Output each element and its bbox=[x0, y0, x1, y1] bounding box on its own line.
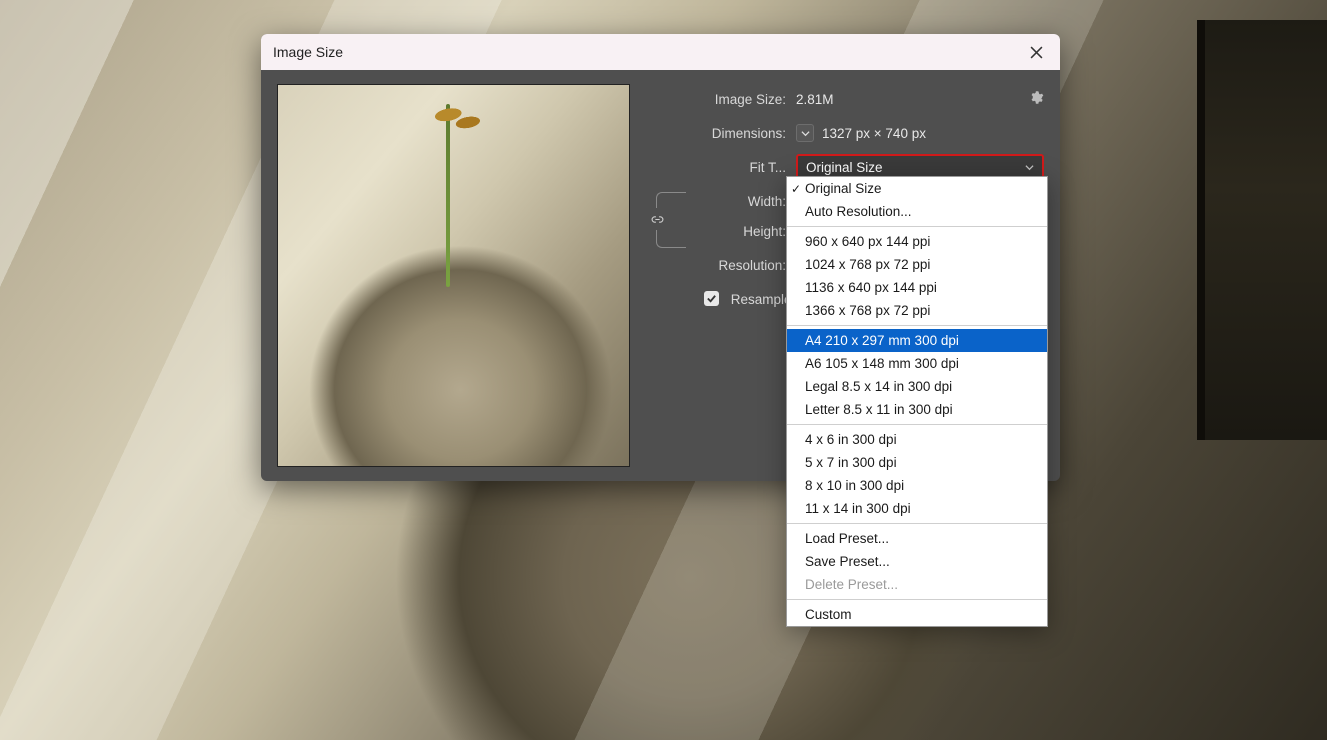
dropdown-item[interactable]: 1024 x 768 px 72 ppi bbox=[787, 253, 1047, 276]
dimensions-label: Dimensions: bbox=[648, 126, 796, 141]
dropdown-item[interactable]: Original Size bbox=[787, 177, 1047, 200]
dialog-title: Image Size bbox=[273, 44, 343, 60]
dropdown-item[interactable]: Letter 8.5 x 11 in 300 dpi bbox=[787, 398, 1047, 421]
dropdown-separator bbox=[787, 599, 1047, 600]
dialog-titlebar[interactable]: Image Size bbox=[261, 34, 1060, 70]
dropdown-item[interactable]: Legal 8.5 x 14 in 300 dpi bbox=[787, 375, 1047, 398]
image-size-label: Image Size: bbox=[648, 92, 796, 107]
dropdown-item[interactable]: 1136 x 640 px 144 ppi bbox=[787, 276, 1047, 299]
dropdown-item[interactable]: Auto Resolution... bbox=[787, 200, 1047, 223]
image-size-value: 2.81M bbox=[796, 92, 834, 107]
fit-to-dropdown-list[interactable]: Original SizeAuto Resolution... 960 x 640… bbox=[786, 176, 1048, 627]
background-window-shadow bbox=[1197, 20, 1327, 440]
chevron-down-icon bbox=[1025, 160, 1034, 175]
check-icon bbox=[706, 293, 717, 304]
dropdown-separator bbox=[787, 226, 1047, 227]
dropdown-item[interactable]: Save Preset... bbox=[787, 550, 1047, 573]
link-icon bbox=[651, 213, 664, 226]
dimensions-value: 1327 px × 740 px bbox=[822, 126, 926, 141]
dropdown-item[interactable]: 11 x 14 in 300 dpi bbox=[787, 497, 1047, 520]
fit-to-value: Original Size bbox=[806, 160, 883, 175]
resolution-label: Resolution: bbox=[648, 258, 796, 273]
dropdown-item[interactable]: 960 x 640 px 144 ppi bbox=[787, 230, 1047, 253]
dropdown-item[interactable]: 8 x 10 in 300 dpi bbox=[787, 474, 1047, 497]
close-icon bbox=[1030, 46, 1043, 59]
dropdown-separator bbox=[787, 523, 1047, 524]
dropdown-item[interactable]: Custom bbox=[787, 603, 1047, 626]
dropdown-item[interactable]: 4 x 6 in 300 dpi bbox=[787, 428, 1047, 451]
dropdown-item[interactable]: 1366 x 768 px 72 ppi bbox=[787, 299, 1047, 322]
dropdown-separator bbox=[787, 325, 1047, 326]
dropdown-separator bbox=[787, 424, 1047, 425]
settings-button[interactable] bbox=[1029, 90, 1044, 108]
gear-icon bbox=[1029, 90, 1044, 105]
dropdown-item[interactable]: 5 x 7 in 300 dpi bbox=[787, 451, 1047, 474]
chevron-down-icon bbox=[801, 129, 810, 138]
dropdown-item[interactable]: A6 105 x 148 mm 300 dpi bbox=[787, 352, 1047, 375]
dimensions-unit-dropdown[interactable] bbox=[796, 124, 814, 142]
close-button[interactable] bbox=[1024, 40, 1048, 64]
resample-checkbox[interactable] bbox=[704, 291, 719, 306]
constrain-proportions-toggle[interactable] bbox=[646, 208, 668, 230]
dropdown-item[interactable]: Load Preset... bbox=[787, 527, 1047, 550]
image-preview bbox=[277, 84, 630, 467]
dropdown-item[interactable]: A4 210 x 297 mm 300 dpi bbox=[787, 329, 1047, 352]
fit-to-label: Fit T... bbox=[648, 160, 796, 175]
dropdown-item: Delete Preset... bbox=[787, 573, 1047, 596]
